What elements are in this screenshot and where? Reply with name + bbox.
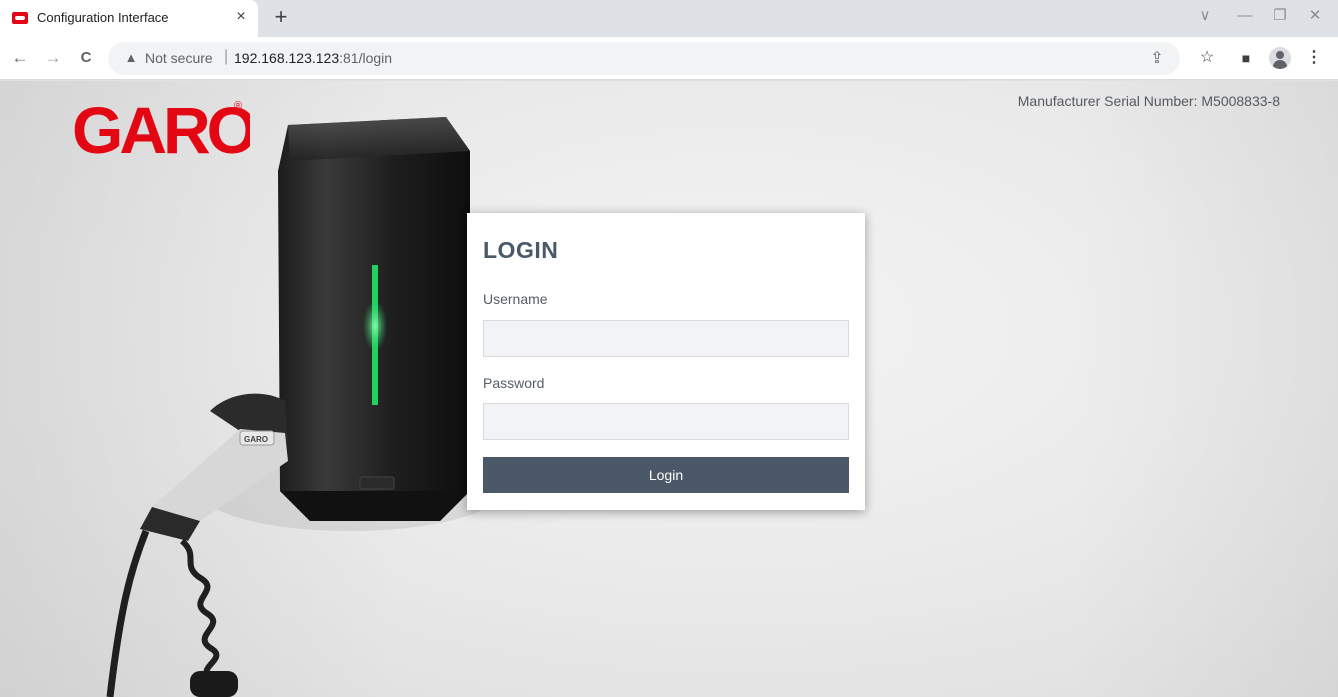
plug-badge-text: GARO — [244, 435, 268, 444]
forward-icon[interactable]: → — [41, 46, 65, 70]
password-label: Password — [483, 375, 545, 391]
restore-icon[interactable]: ❐ — [1265, 4, 1295, 28]
url-path: :81/login — [339, 50, 393, 66]
profile-avatar[interactable] — [1269, 47, 1291, 69]
wallbox-charger-image: GARO — [106, 117, 500, 697]
warning-icon[interactable]: ▲ — [123, 50, 139, 66]
username-label: Username — [483, 291, 548, 307]
share-icon[interactable]: ⇪ — [1146, 48, 1168, 70]
login-card: LOGIN Username Password Login — [467, 213, 865, 510]
login-title: LOGIN — [483, 237, 559, 263]
tab-title: Configuration Interface — [37, 10, 169, 25]
new-tab-button[interactable]: + — [268, 4, 294, 30]
address-bar[interactable]: ▲ Not secure | 192.168.123.123:81/login … — [108, 42, 1180, 75]
tab-close-icon[interactable]: × — [232, 7, 250, 27]
serial-number: Manufacturer Serial Number: M5008833-8 — [1017, 93, 1280, 109]
reload-icon[interactable]: C — [74, 46, 98, 70]
tab-search-icon[interactable]: ∨ — [1190, 4, 1220, 28]
password-input[interactable] — [483, 403, 849, 440]
browser-toolbar: ← → C ▲ Not secure | 192.168.123.123:81/… — [0, 37, 1338, 80]
garo-favicon-icon — [12, 12, 28, 24]
login-button[interactable]: Login — [483, 457, 849, 493]
back-icon[interactable]: ← — [8, 46, 32, 70]
close-window-icon[interactable]: ✕ — [1300, 4, 1330, 28]
page-viewport: GARO ® Manufacturer Serial Number: M5008… — [0, 81, 1338, 697]
bookmark-star-icon[interactable]: ☆ — [1195, 46, 1219, 70]
minimize-icon[interactable]: — — [1230, 4, 1260, 28]
username-input[interactable] — [483, 320, 849, 357]
tab-configuration-interface[interactable]: Configuration Interface × — [0, 0, 258, 37]
menu-kebab-icon[interactable]: ⋮ — [1302, 46, 1326, 70]
url-text[interactable]: 192.168.123.123:81/login — [234, 50, 392, 66]
tab-strip: Configuration Interface × + ∨ — ❐ ✕ — [0, 0, 1338, 37]
not-secure-label[interactable]: Not secure — [145, 50, 213, 66]
url-separator: | — [224, 48, 229, 65]
side-panel-icon[interactable]: ■ — [1234, 46, 1258, 70]
url-host: 192.168.123.123 — [234, 50, 340, 66]
